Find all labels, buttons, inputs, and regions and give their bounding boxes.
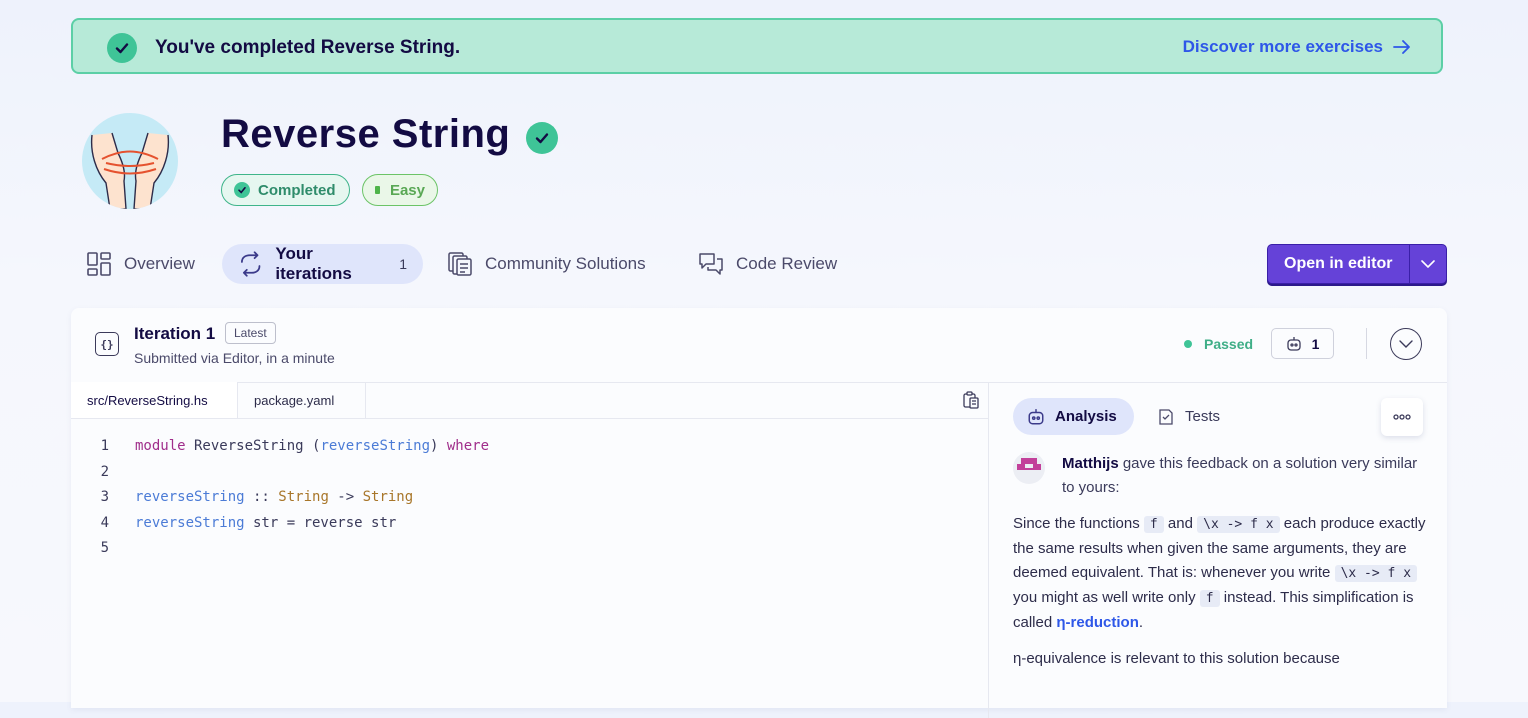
- feedback-text: and: [1163, 515, 1198, 532]
- tab-community-solutions[interactable]: Community Solutions: [447, 244, 646, 284]
- inline-code: f: [1199, 590, 1220, 607]
- feedback-text: Since the functions: [1013, 515, 1144, 532]
- discover-more-link[interactable]: Discover more exercises: [1183, 37, 1411, 57]
- iteration-subtitle: Submitted via Editor, in a minute: [134, 350, 335, 366]
- exercise-icon: [82, 113, 178, 209]
- exercise-title: Reverse String: [221, 112, 511, 156]
- community-solutions-icon: [448, 252, 472, 276]
- code-line: 3 reverseString :: String -> String: [71, 489, 988, 511]
- iteration-title: Iteration 1: [134, 324, 216, 343]
- file-tabs: src/ReverseString.hs package.yaml: [71, 382, 989, 419]
- latest-badge: Latest: [225, 322, 276, 344]
- completed-check-icon: [526, 122, 558, 154]
- iterations-icon: [241, 251, 261, 277]
- tests-passed-status: Passed: [1184, 336, 1253, 352]
- chevron-down-icon[interactable]: [1410, 260, 1446, 268]
- tests-icon: [1159, 408, 1173, 425]
- code-file-icon: {}: [95, 332, 119, 356]
- copy-to-clipboard-icon[interactable]: [962, 391, 980, 414]
- completed-label: Completed: [258, 181, 336, 199]
- difficulty-pill: Easy: [362, 174, 438, 206]
- completion-banner: You've completed Reverse String. Discove…: [71, 18, 1443, 74]
- line-number: 2: [100, 464, 109, 480]
- code-viewer: 1 module ReverseString (reverseString) w…: [71, 418, 989, 718]
- tab-analysis-label[interactable]: Analysis: [1055, 408, 1117, 425]
- tab-tests-label[interactable]: Tests: [1185, 408, 1220, 425]
- analyzer-count-value: 1: [1311, 335, 1320, 352]
- tab-community-solutions-label[interactable]: Community Solutions: [485, 254, 646, 274]
- completed-pill: Completed: [221, 174, 350, 206]
- difficulty-label: Easy: [389, 181, 425, 199]
- avatar: [1013, 452, 1045, 484]
- code-text: reverseString :: String -> String: [135, 489, 414, 505]
- chat-bubbles-icon: [699, 253, 723, 275]
- tab-your-iterations[interactable]: Your iterations 1: [222, 244, 423, 284]
- code-line: 1 module ReverseString (reverseString) w…: [71, 438, 988, 460]
- code-line: 2: [71, 464, 988, 486]
- file-tab-label[interactable]: package.yaml: [254, 393, 334, 408]
- more-dots-icon: [1393, 414, 1411, 420]
- inline-code: f: [1143, 516, 1164, 533]
- tab-code-review[interactable]: Code Review: [698, 244, 837, 284]
- feedback-header: Matthijs gave this feedback on a solutio…: [1062, 452, 1432, 500]
- robot-icon: [1028, 408, 1044, 424]
- divider: [1366, 328, 1367, 359]
- analysis-panel: Analysis Tests Matthijs gave this feedba…: [989, 382, 1447, 712]
- code-line: 4 reverseString str = reverse str: [71, 515, 988, 537]
- status-dot-icon: [1184, 340, 1192, 348]
- line-number: 4: [100, 515, 109, 531]
- file-tab-package-yaml[interactable]: package.yaml: [238, 382, 366, 418]
- file-tab-label[interactable]: src/ReverseString.hs: [87, 393, 208, 408]
- tab-code-review-label[interactable]: Code Review: [736, 254, 837, 274]
- completion-message: You've completed Reverse String.: [155, 37, 461, 58]
- tab-analysis[interactable]: Analysis: [1013, 398, 1134, 435]
- expand-iteration-button[interactable]: [1390, 328, 1422, 360]
- iteration-header: {} Iteration 1 Latest Submitted via Edit…: [71, 308, 1447, 383]
- overview-icon: [87, 252, 111, 276]
- code-line: 5: [71, 540, 988, 562]
- feedback-text: you might as well write only: [1013, 589, 1200, 606]
- analyzer-feedback-count[interactable]: 1: [1271, 328, 1334, 359]
- code-text: module ReverseString (reverseString) whe…: [135, 438, 490, 454]
- open-in-editor-label[interactable]: Open in editor: [1268, 255, 1409, 273]
- tab-your-iterations-label[interactable]: Your iterations: [275, 244, 391, 284]
- tab-overview[interactable]: Overview: [86, 244, 195, 284]
- feedback-paragraph: Since the functions f and \x -> f x each…: [1013, 512, 1429, 635]
- code-text: reverseString str = reverse str: [135, 515, 397, 531]
- feedback-author: Matthijs: [1062, 455, 1119, 472]
- check-icon: [107, 33, 137, 63]
- more-options-button[interactable]: [1381, 398, 1423, 436]
- iteration-panel: {} Iteration 1 Latest Submitted via Edit…: [71, 308, 1447, 718]
- line-number: 5: [100, 540, 109, 556]
- inline-code: \x -> f x: [1197, 516, 1280, 533]
- tab-tests[interactable]: Tests: [1143, 398, 1234, 435]
- passed-label: Passed: [1204, 336, 1254, 352]
- tab-overview-label[interactable]: Overview: [124, 254, 195, 274]
- arrow-right-icon: [1393, 40, 1410, 54]
- iterations-count: 1: [399, 256, 407, 272]
- feedback-paragraph: η-equivalence is relevant to this soluti…: [1013, 650, 1340, 667]
- eta-reduction-link[interactable]: η-reduction: [1056, 614, 1139, 631]
- difficulty-square-icon: [375, 186, 380, 194]
- file-tab-reversestring[interactable]: src/ReverseString.hs: [71, 382, 238, 418]
- inline-code: \x -> f x: [1334, 565, 1418, 582]
- robot-icon: [1286, 336, 1301, 351]
- chevron-down-icon: [1399, 340, 1413, 348]
- line-number: 1: [100, 438, 109, 454]
- feedback-body: Since the functions f and \x -> f x each…: [1013, 512, 1429, 683]
- discover-more-label[interactable]: Discover more exercises: [1183, 37, 1383, 57]
- open-in-editor-button[interactable]: Open in editor: [1267, 244, 1447, 284]
- feedback-text: .: [1138, 614, 1144, 631]
- check-icon: [234, 182, 250, 198]
- line-number: 3: [100, 489, 109, 505]
